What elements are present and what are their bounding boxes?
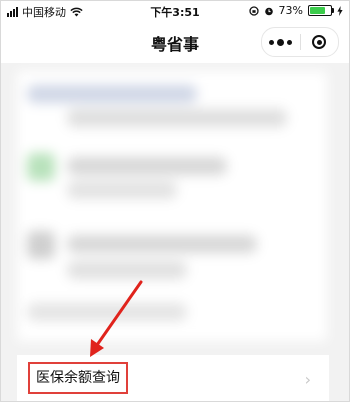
medical-insurance-balance-item[interactable]: 医保余额查询 ›	[17, 355, 329, 401]
status-bar: 中国移动 下午3:51 73%	[1, 1, 349, 19]
close-mini-program-icon[interactable]	[301, 35, 339, 49]
chevron-right-icon: ›	[304, 370, 311, 389]
charging-icon	[337, 5, 343, 16]
phone-screen: 中国移动 下午3:51 73% 粤省事 医保余额查询 ›	[0, 0, 350, 402]
nav-bar: 粤省事	[1, 19, 349, 63]
battery-percent: 73%	[278, 4, 303, 17]
status-right: 73%	[248, 4, 343, 17]
blurred-content	[17, 71, 327, 341]
orientation-lock-icon	[248, 5, 259, 16]
alarm-icon	[264, 7, 273, 15]
battery-icon	[308, 5, 334, 16]
more-icon[interactable]	[262, 38, 300, 46]
mini-program-capsule	[261, 27, 339, 57]
medical-insurance-balance-label: 医保余额查询	[28, 362, 128, 394]
